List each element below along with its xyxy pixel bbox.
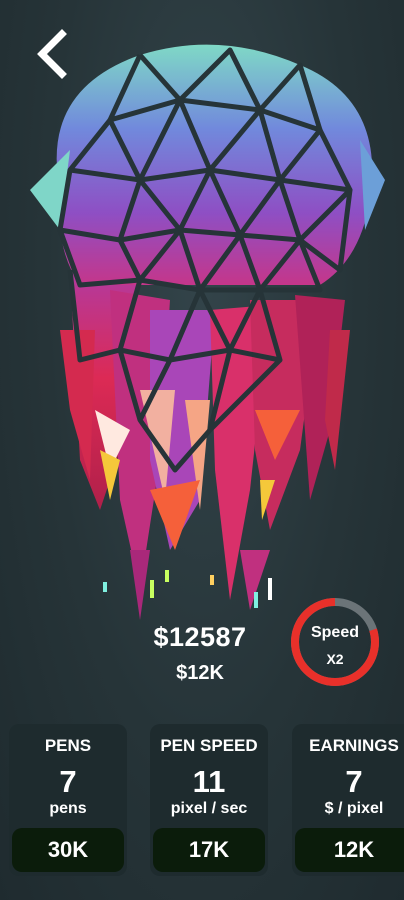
money-per-second: $12K: [176, 662, 224, 684]
upgrade-card-pen-speed: PEN SPEED 11 pixel / sec 17K: [150, 724, 268, 876]
upgrade-value: 11: [192, 764, 226, 799]
buy-pens-button[interactable]: 30K: [12, 828, 124, 872]
buy-pen-speed-button[interactable]: 17K: [153, 828, 265, 872]
upgrade-unit: $ / pixel: [324, 800, 384, 817]
upgrade-title: PEN SPEED: [160, 736, 258, 755]
speed-progress-ring: [291, 598, 379, 686]
upgrade-title: EARNINGS: [309, 736, 399, 755]
upgrade-unit: pens: [49, 800, 87, 817]
upgrade-unit: pixel / sec: [170, 800, 248, 817]
upgrade-title: PENS: [44, 736, 92, 755]
jellyfish-artwork: [30, 44, 385, 620]
jellyfish-tentacles: [60, 270, 350, 620]
upgrade-value: 7: [345, 764, 363, 799]
speed-label: Speed: [310, 624, 359, 641]
upgrade-card-pens: PENS 7 pens 30K: [9, 724, 127, 876]
upgrade-card-earnings: EARNINGS 7 $ / pixel 12K: [292, 724, 404, 876]
money-total: $12587: [153, 622, 247, 652]
upgrade-value: 7: [59, 764, 77, 799]
buy-earnings-button[interactable]: 12K: [295, 828, 404, 872]
speed-multiplier: X2: [326, 651, 344, 667]
speed-boost-button[interactable]: Speed X2: [285, 598, 385, 692]
